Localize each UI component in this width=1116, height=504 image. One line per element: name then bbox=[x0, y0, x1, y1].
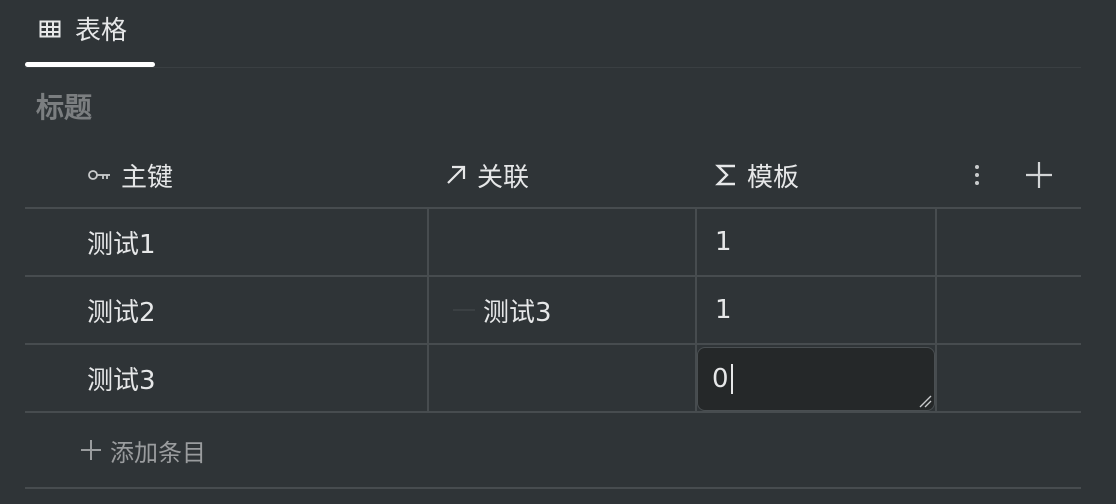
table-header: 主键 关联 模板 bbox=[25, 142, 1081, 208]
text-caret bbox=[730, 364, 733, 394]
data-table: 测试1 1 测试2 测试3 1 测试3 0 bbox=[25, 207, 1081, 413]
cell-template[interactable]: 1 bbox=[695, 209, 935, 275]
tab-table-view[interactable]: 表格 bbox=[25, 0, 155, 67]
table-icon bbox=[39, 20, 61, 37]
column-header-template[interactable]: 模板 bbox=[713, 142, 799, 208]
cell-editor-input[interactable]: 0 bbox=[697, 347, 935, 411]
arrow-up-right-icon bbox=[443, 162, 469, 188]
page-title[interactable]: 标题 bbox=[36, 86, 92, 126]
cell-empty bbox=[935, 345, 1081, 411]
cell-primary-key[interactable]: 测试2 bbox=[25, 277, 427, 343]
editor-value: 0 bbox=[712, 364, 729, 394]
divider bbox=[25, 487, 1081, 489]
cell-relation[interactable] bbox=[427, 345, 695, 411]
active-tab-indicator bbox=[25, 62, 155, 67]
column-label: 模板 bbox=[747, 162, 800, 193]
more-vertical-icon[interactable] bbox=[967, 162, 987, 188]
column-header-primary-key[interactable]: 主键 bbox=[87, 142, 173, 208]
cell-primary-key[interactable]: 测试1 bbox=[25, 209, 427, 275]
table-row: 测试3 0 bbox=[25, 345, 1081, 413]
table-row: 测试2 测试3 1 bbox=[25, 277, 1081, 345]
view-tab-bar: 表格 bbox=[25, 0, 1081, 68]
sigma-icon bbox=[713, 162, 739, 188]
resize-handle-icon[interactable] bbox=[918, 394, 932, 408]
cell-relation[interactable]: 测试3 bbox=[427, 277, 695, 343]
column-label: 关联 bbox=[477, 162, 530, 193]
relation-link-icon bbox=[453, 309, 475, 311]
cell-empty bbox=[935, 209, 1081, 275]
cell-empty bbox=[935, 277, 1081, 343]
cell-primary-key[interactable]: 测试3 bbox=[25, 345, 427, 411]
table-row: 测试1 1 bbox=[25, 209, 1081, 277]
column-header-relation[interactable]: 关联 bbox=[443, 142, 529, 208]
relation-value[interactable]: 测试3 bbox=[483, 292, 552, 329]
plus-icon bbox=[81, 440, 101, 460]
add-entry-label: 添加条目 bbox=[110, 438, 206, 467]
cell-template[interactable]: 1 bbox=[695, 277, 935, 343]
key-icon bbox=[87, 162, 113, 188]
tab-label: 表格 bbox=[75, 16, 128, 46]
add-column-button[interactable] bbox=[1023, 159, 1055, 191]
add-entry-button[interactable]: 添加条目 bbox=[80, 430, 206, 470]
cell-relation[interactable] bbox=[427, 209, 695, 275]
database-view: 表格 标题 主键 关联 模板 测试1 1 测试2 测试3 1 测试3 0 添加条… bbox=[0, 0, 1116, 504]
column-label: 主键 bbox=[121, 162, 174, 193]
